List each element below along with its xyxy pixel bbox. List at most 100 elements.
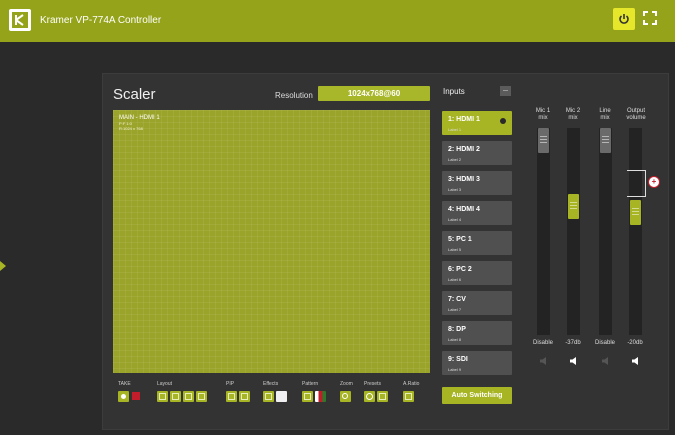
speaker-icon[interactable] [632, 352, 642, 365]
input-button[interactable]: 3: HDMI 3 Label 3 [442, 171, 512, 195]
aratio-group [403, 391, 414, 402]
preset-save-button[interactable] [377, 391, 388, 402]
effects-group [263, 391, 287, 402]
line-slider-knob[interactable] [600, 128, 611, 153]
input-button[interactable]: 8: DP Label 8 [442, 321, 512, 345]
effects-label: Effects [263, 381, 279, 387]
take-label: TAKE [118, 381, 131, 387]
speaker-icon[interactable] [570, 352, 580, 365]
presets-group [364, 391, 388, 402]
take-button[interactable] [118, 391, 129, 402]
output-header: Output volume [621, 108, 651, 122]
inputs-collapse-button[interactable] [500, 86, 511, 96]
resolution-select[interactable]: 1024x768@60 [318, 86, 430, 101]
mic1-header-line1: Mic 1 [535, 108, 551, 114]
layout-split-button[interactable] [196, 391, 207, 402]
input-label: 9: SDI [448, 356, 468, 363]
input-sublabel: Label 3 [448, 187, 462, 192]
input-label: 1: HDMI 1 [448, 116, 480, 123]
line-value: Disable [594, 340, 615, 346]
mic2-header-line2: mix [568, 115, 578, 121]
scaler-title: Scaler [113, 86, 156, 103]
input-button[interactable]: 7: CV Label 7 [442, 291, 512, 315]
input-sublabel: Label 4 [448, 217, 462, 222]
input-button[interactable]: 1: HDMI 1 Label 1 [442, 111, 512, 135]
line-header-line1: Line [599, 108, 611, 114]
inputs-title: Inputs [443, 87, 465, 96]
input-label: 4: HDMI 4 [448, 206, 480, 213]
top-bar: Kramer VP-774A Controller [0, 0, 675, 42]
input-sublabel: Label 8 [448, 337, 462, 342]
mic2-value: -37db [565, 340, 581, 346]
effects-button[interactable] [263, 391, 274, 402]
output-slider-knob[interactable] [630, 200, 641, 225]
effects-freeze-button[interactable] [276, 391, 287, 402]
input-sublabel: Label 7 [448, 307, 462, 312]
output-header-line2: volume [626, 115, 646, 121]
zoom-group [340, 391, 351, 402]
pattern-button[interactable] [302, 391, 313, 402]
zoom-label: Zoom [340, 381, 353, 387]
fullscreen-button[interactable] [643, 11, 657, 25]
input-label: 2: HDMI 2 [448, 146, 480, 153]
preset-recall-button[interactable] [364, 391, 375, 402]
input-button[interactable]: 4: HDMI 4 Label 4 [442, 201, 512, 225]
pip-group [226, 391, 250, 402]
pip-position-button[interactable] [226, 391, 237, 402]
mic2-header-line1: Mic 2 [565, 108, 581, 114]
aratio-label: A.Ratio [403, 381, 420, 387]
pattern-group [302, 391, 326, 402]
link-plus-icon[interactable]: + [648, 176, 660, 188]
layout-group [157, 391, 207, 402]
speaker-icon[interactable] [602, 352, 612, 365]
mic2-slider-knob[interactable] [568, 194, 579, 219]
auto-switching-button[interactable]: Auto Switching [442, 387, 512, 404]
input-label: 8: DP [448, 326, 466, 333]
layout-single-button[interactable] [157, 391, 168, 402]
layout-pip-button[interactable] [170, 391, 181, 402]
input-label: 5: PC 1 [448, 236, 472, 243]
power-button[interactable] [613, 8, 635, 30]
zoom-button[interactable] [340, 391, 351, 402]
mic1-slider-track[interactable] [537, 128, 550, 335]
aspect-ratio-button[interactable] [403, 391, 414, 402]
kramer-logo-icon [9, 9, 31, 31]
resolution-label: Resolution [275, 91, 313, 100]
layout-label: Layout [157, 381, 173, 387]
active-indicator-icon [500, 118, 506, 124]
input-sublabel: Label 1 [448, 127, 462, 132]
mic2-slider-track[interactable] [567, 128, 580, 335]
app-title: Kramer VP-774A Controller [40, 15, 162, 26]
side-panel-toggle[interactable] [0, 261, 6, 271]
fullscreen-icon [643, 11, 657, 25]
line-header-line2: mix [600, 115, 610, 121]
layout-pbp-button[interactable] [183, 391, 194, 402]
input-button[interactable]: 6: PC 2 Label 6 [442, 261, 512, 285]
mic1-slider-knob[interactable] [538, 128, 549, 153]
output-value: -20db [627, 340, 643, 346]
pattern-color-button[interactable] [315, 391, 326, 402]
input-button[interactable]: 2: HDMI 2 Label 2 [442, 141, 512, 165]
input-label: 3: HDMI 3 [448, 176, 480, 183]
input-sublabel: Label 6 [448, 277, 462, 282]
output-slider-track[interactable] [629, 128, 642, 335]
input-button[interactable]: 5: PC 1 Label 5 [442, 231, 512, 255]
input-button[interactable]: 9: SDI Label 9 [442, 351, 512, 375]
take-indicator [132, 392, 140, 400]
power-icon [619, 14, 629, 24]
output-header-line1: Output [626, 108, 645, 114]
line-slider-track[interactable] [599, 128, 612, 335]
line-header: Line mix [590, 108, 620, 122]
pip-label: PIP [226, 381, 235, 387]
input-sublabel: Label 2 [448, 157, 462, 162]
preview-resolution: R:1024 x 768 [119, 126, 143, 131]
input-label: 6: PC 2 [448, 266, 472, 273]
link-bracket [627, 170, 646, 197]
input-sublabel: Label 9 [448, 367, 462, 372]
speaker-icon[interactable] [540, 352, 550, 365]
take-group [118, 391, 129, 402]
mic1-value: Disable [532, 340, 553, 346]
scaler-preview: MAIN - HDMI 1 P:F 1:0 R:1024 x 768 [113, 110, 430, 373]
pip-swap-button[interactable] [239, 391, 250, 402]
pattern-label: Pattern [302, 381, 319, 387]
